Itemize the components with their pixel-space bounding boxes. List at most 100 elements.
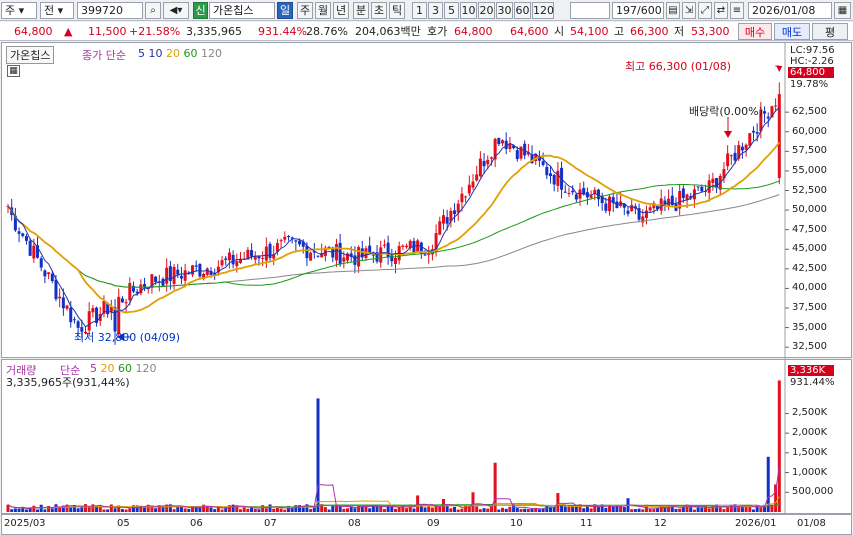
volume-bar — [54, 504, 58, 512]
interval-button-1[interactable]: 1 — [412, 2, 427, 19]
sell-button[interactable]: 매도 — [774, 23, 810, 40]
speaker-icon[interactable]: ◀▾ — [163, 2, 189, 19]
volume-bar — [342, 508, 346, 512]
fit-icon[interactable]: ⤢ — [698, 2, 712, 19]
volume-bar — [183, 508, 187, 512]
current-pct-tag: 19.78% — [790, 79, 829, 90]
candle-body — [552, 174, 556, 185]
candle-body — [72, 319, 76, 321]
candle-body — [515, 150, 519, 160]
x-tick-label: 2025/03 — [4, 518, 46, 529]
period-button-5[interactable]: 초 — [371, 2, 387, 19]
current-price-tag: 64,800 — [788, 67, 834, 78]
low-label: 저 — [674, 25, 685, 38]
price-tick-label: 42,500 — [792, 262, 827, 274]
volume-bar — [475, 506, 479, 512]
stock-name-field[interactable]: 가온칩스 — [209, 2, 275, 19]
price-indicator-label[interactable]: 종가 단순 — [82, 47, 126, 63]
candle-body — [427, 253, 431, 255]
buy-button[interactable]: 매수 — [738, 23, 772, 40]
calendar-icon[interactable]: ▦ — [834, 2, 851, 19]
volume-ma-120[interactable]: 120 — [136, 362, 157, 375]
period-button-1[interactable]: 주 — [297, 2, 313, 19]
volume-bar — [246, 508, 250, 512]
volume-tick-label: 1,500K — [792, 446, 828, 458]
candle-body — [65, 305, 69, 309]
chart-type-icon[interactable]: ▤ — [666, 2, 680, 19]
volume-tick-label: 500,000 — [792, 486, 834, 498]
price-ma-20[interactable]: 20 — [166, 47, 184, 60]
page-counter[interactable]: 197/600 — [612, 2, 664, 19]
period-button-0[interactable]: 일 — [277, 2, 293, 19]
zoom-icon[interactable]: ⇲ — [682, 2, 696, 19]
volume-bar — [394, 508, 397, 512]
interval-button-3[interactable]: 3 — [428, 2, 443, 19]
price-ma-60[interactable]: 60 — [184, 47, 202, 60]
volume-bar — [412, 508, 416, 512]
interval-button-30[interactable]: 30 — [496, 2, 513, 19]
volume-bar — [633, 509, 637, 512]
price-ma-5[interactable]: 5 — [138, 47, 149, 60]
candle-body — [441, 215, 445, 224]
period-button-3[interactable]: 년 — [333, 2, 349, 19]
price-panel-stock-name[interactable]: 가온칩스 — [6, 46, 55, 64]
candle-body — [113, 307, 117, 332]
volume-bar — [382, 509, 386, 512]
settings-icon[interactable]: ≡ — [730, 2, 744, 19]
stock-name: 가온칩스 — [213, 4, 254, 17]
volume-bar — [523, 508, 527, 512]
date-input[interactable]: 2026/01/08 — [748, 2, 832, 19]
price-chart-panel[interactable]: 가온칩스 종가 단순 5 10 20 60 120 ▦ LC:97.56 HC:… — [1, 42, 852, 359]
x-tick-label: 11 — [580, 518, 593, 529]
candle-body — [748, 133, 752, 146]
high-price: 66,300 — [630, 25, 669, 38]
candle-body — [567, 192, 571, 194]
interval-button-120[interactable]: 120 — [532, 2, 554, 19]
interval-button-20[interactable]: 20 — [478, 2, 495, 19]
candle-body — [154, 276, 158, 282]
search-icon[interactable]: ⌕ — [145, 2, 161, 19]
candle-body — [165, 267, 169, 284]
volume-bar — [143, 507, 147, 512]
candle-body — [124, 302, 128, 304]
interval-button-5[interactable]: 5 — [444, 2, 459, 19]
period-button-2[interactable]: 월 — [315, 2, 331, 19]
candle-body — [47, 272, 51, 275]
candle-body — [696, 186, 700, 188]
volume-bar — [36, 509, 40, 512]
period-button-6[interactable]: 틱 — [389, 2, 405, 19]
interval-button-10[interactable]: 10 — [460, 2, 477, 19]
candle-body — [61, 297, 65, 309]
market-select[interactable]: 주 ▾ — [1, 2, 37, 19]
candle-body — [309, 252, 313, 261]
candle-body — [777, 94, 781, 178]
price-ma-10[interactable]: 10 — [149, 47, 167, 60]
volume-bar — [368, 508, 372, 512]
volume-bar — [608, 505, 612, 512]
candle-body — [774, 105, 778, 107]
candle-body — [685, 194, 689, 200]
x-tick-label: 07 — [264, 518, 277, 529]
candle-body — [523, 143, 527, 156]
code-input[interactable]: 399720 — [77, 2, 143, 19]
volume-bar — [678, 508, 682, 512]
eval-button[interactable]: 평 — [812, 23, 848, 40]
volume-bar — [460, 508, 464, 512]
market2-select[interactable]: 전 ▾ — [40, 2, 74, 19]
candle-body — [574, 194, 578, 200]
candle-body — [17, 231, 21, 234]
volume-bar — [681, 505, 685, 512]
period-button-4[interactable]: 분 — [353, 2, 369, 19]
volume-bar — [718, 506, 722, 512]
compare-icon[interactable]: ⇄ — [714, 2, 728, 19]
volume-bar — [556, 493, 560, 512]
interval-input[interactable] — [570, 2, 610, 19]
volume-chart-panel[interactable]: 거래량 단순 5 20 60 120 3,335,965주(931,44%) 3… — [1, 359, 852, 515]
candle-body — [556, 170, 560, 186]
volume-tick-label: 2,500K — [792, 407, 828, 419]
volume-bar — [32, 505, 36, 512]
candle-body — [545, 166, 549, 176]
interval-button-60[interactable]: 60 — [514, 2, 531, 19]
grid-icon[interactable]: ▦ — [7, 65, 20, 77]
price-ma-120[interactable]: 120 — [201, 47, 222, 60]
